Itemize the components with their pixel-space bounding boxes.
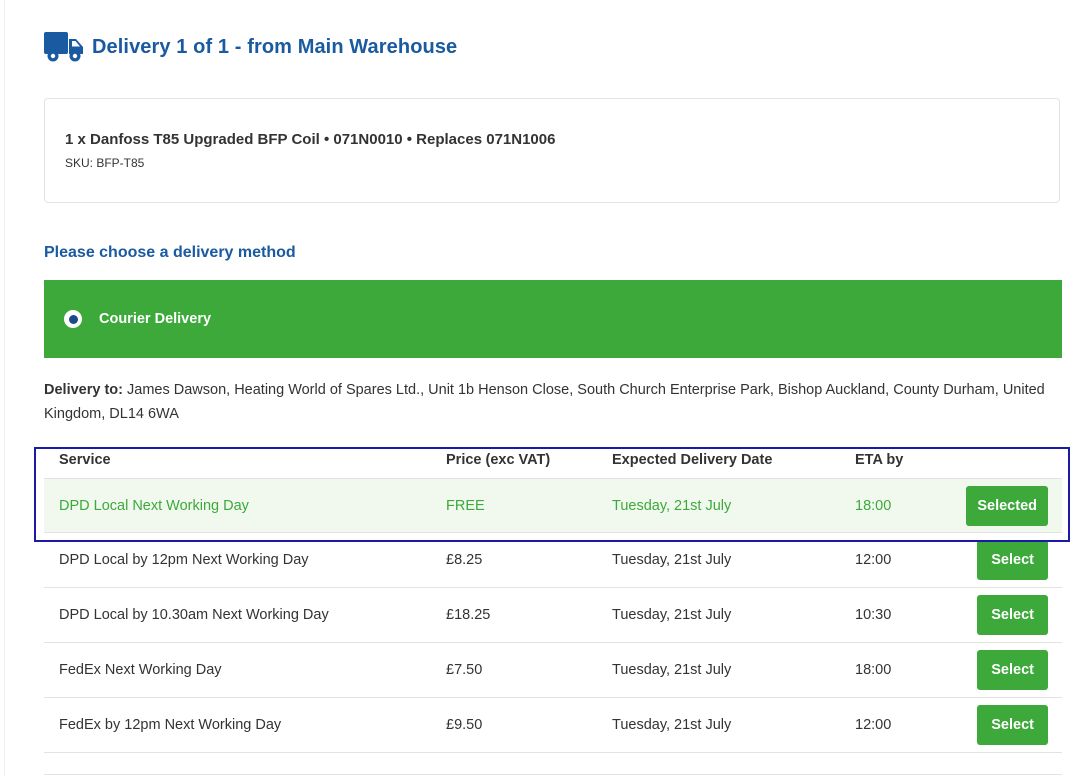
eta-time: 12:00 bbox=[855, 717, 892, 733]
header-price: Price (exc VAT) bbox=[446, 452, 551, 468]
delivery-services-table: Service Price (exc VAT) Expected Deliver… bbox=[44, 446, 1062, 753]
delivery-header: Delivery 1 of 1 - from Main Warehouse bbox=[44, 30, 457, 64]
header-service: Service bbox=[59, 452, 111, 468]
header-date: Expected Delivery Date bbox=[612, 452, 773, 468]
table-header: Service Price (exc VAT) Expected Deliver… bbox=[44, 446, 1062, 478]
item-sku: SKU: BFP-T85 bbox=[65, 156, 145, 170]
service-price: £8.25 bbox=[446, 552, 483, 568]
table-row: DPD Local by 12pm Next Working Day £8.25… bbox=[44, 533, 1062, 588]
method-label: Courier Delivery bbox=[99, 311, 212, 327]
page-title: Delivery 1 of 1 - from Main Warehouse bbox=[92, 35, 458, 58]
service-name: DPD Local by 10.30am Next Working Day bbox=[59, 607, 329, 623]
service-price: FREE bbox=[446, 498, 485, 514]
service-name: FedEx by 12pm Next Working Day bbox=[59, 717, 282, 733]
service-price: £9.50 bbox=[446, 717, 483, 733]
delivery-date: Tuesday, 21st July bbox=[612, 717, 732, 733]
radio-selected-dot bbox=[68, 314, 78, 324]
item-name: 1 x Danfoss T85 Upgraded BFP Coil • 071N… bbox=[65, 131, 556, 148]
eta-time: 18:00 bbox=[855, 498, 892, 514]
choose-method-heading: Please choose a delivery method bbox=[44, 244, 296, 261]
table-row: FedEx Next Working Day £7.50 Tuesday, 21… bbox=[44, 643, 1062, 698]
service-name: DPD Local Next Working Day bbox=[59, 498, 249, 514]
delivery-address-text: James Dawson, Heating World of Spares Lt… bbox=[44, 382, 1045, 422]
page-left-border bbox=[4, 0, 5, 776]
table-row: DPD Local by 10.30am Next Working Day £1… bbox=[44, 588, 1062, 643]
delivery-to-label: Delivery to: bbox=[44, 382, 123, 398]
delivery-date: Tuesday, 21st July bbox=[612, 662, 732, 678]
courier-delivery-option[interactable]: Courier Delivery bbox=[44, 280, 1062, 358]
eta-time: 18:00 bbox=[855, 662, 892, 678]
delivery-date: Tuesday, 21st July bbox=[612, 498, 732, 514]
select-button[interactable]: Select bbox=[977, 540, 1048, 580]
radio-button[interactable] bbox=[64, 310, 82, 328]
select-button[interactable]: Select bbox=[977, 705, 1048, 745]
header-eta: ETA by bbox=[855, 452, 904, 468]
select-button[interactable]: Select bbox=[977, 650, 1048, 690]
selected-button[interactable]: Selected bbox=[966, 486, 1048, 526]
delivery-date: Tuesday, 21st July bbox=[612, 552, 732, 568]
table-row: DPD Local Next Working Day FREE Tuesday,… bbox=[44, 478, 1062, 533]
truck-icon bbox=[44, 30, 84, 64]
select-button[interactable]: Select bbox=[977, 595, 1048, 635]
eta-time: 12:00 bbox=[855, 552, 892, 568]
service-price: £18.25 bbox=[446, 607, 491, 623]
service-name: FedEx Next Working Day bbox=[59, 662, 222, 678]
delivery-date: Tuesday, 21st July bbox=[612, 607, 732, 623]
eta-time: 10:30 bbox=[855, 607, 892, 623]
table-row: FedEx by 12pm Next Working Day £9.50 Tue… bbox=[44, 698, 1062, 753]
service-name: DPD Local by 12pm Next Working Day bbox=[59, 552, 309, 568]
order-item-card: 1 x Danfoss T85 Upgraded BFP Coil • 071N… bbox=[44, 98, 1060, 203]
service-price: £7.50 bbox=[446, 662, 483, 678]
delivery-address: Delivery to: James Dawson, Heating World… bbox=[44, 378, 1069, 426]
divider bbox=[44, 774, 1062, 775]
